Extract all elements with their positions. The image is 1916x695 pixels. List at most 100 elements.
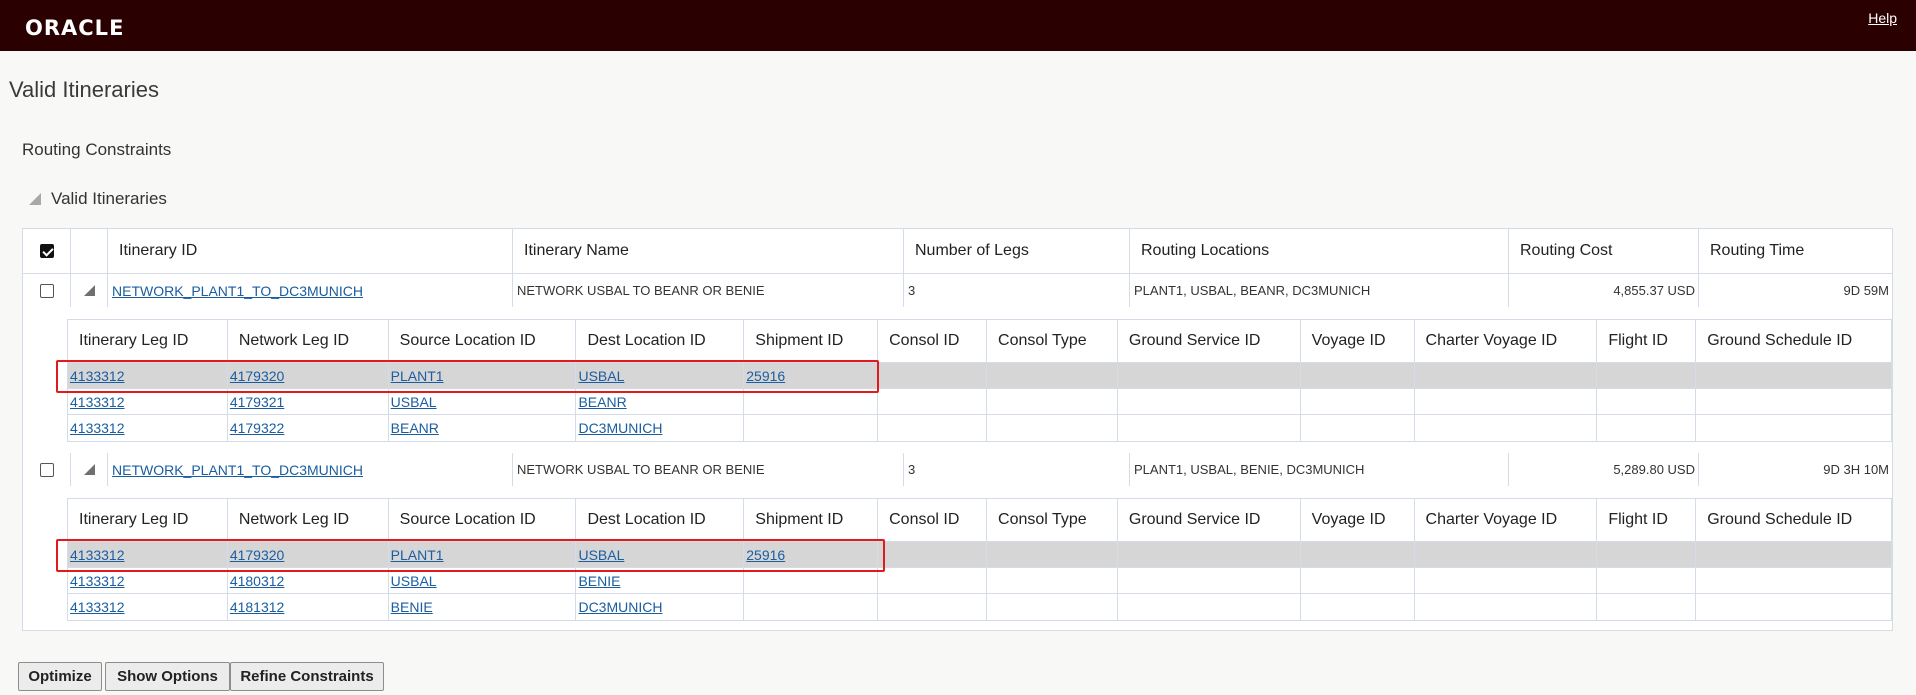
col-itinerary-leg-id[interactable]: Itinerary Leg ID (68, 499, 228, 541)
dest-cell: BENIE (576, 568, 745, 593)
source-location-link[interactable]: USBAL (391, 394, 437, 410)
table-row[interactable]: NETWORK_PLANT1_TO_DC3MUNICH NETWORK USBA… (23, 453, 1892, 486)
col-voyage-id[interactable]: Voyage ID (1301, 499, 1415, 541)
col-shipment-id[interactable]: Shipment ID (744, 320, 879, 362)
leg-id-link[interactable]: 4133312 (70, 573, 125, 589)
row-checkbox[interactable] (39, 462, 54, 477)
source-cell: PLANT1 (389, 542, 577, 567)
ground-service-cell (1118, 415, 1301, 441)
network-leg-link[interactable]: 4179322 (230, 420, 285, 436)
voyage-cell (1301, 415, 1415, 441)
consol-id-cell (878, 594, 987, 620)
table-row[interactable]: 4133312 4180312 USBAL BENIE (68, 568, 1891, 594)
col-consol-type[interactable]: Consol Type (987, 320, 1118, 362)
dest-location-link[interactable]: BENIE (578, 573, 620, 589)
table-row[interactable]: 4133312 4179322 BEANR DC3MUNICH (68, 415, 1891, 441)
number-of-legs-cell: 3 (904, 453, 1130, 486)
col-itinerary-id[interactable]: Itinerary ID (108, 229, 513, 273)
dest-location-link[interactable]: USBAL (578, 368, 624, 384)
network-leg-link[interactable]: 4180312 (230, 573, 285, 589)
leg-id-link[interactable]: 4133312 (70, 394, 125, 410)
col-itinerary-leg-id[interactable]: Itinerary Leg ID (68, 320, 228, 362)
collapse-triangle-icon[interactable] (29, 193, 41, 205)
shipment-link[interactable]: 25916 (746, 368, 785, 384)
itinerary-id-link[interactable]: NETWORK_PLANT1_TO_DC3MUNICH (112, 283, 363, 299)
table-row[interactable]: NETWORK_PLANT1_TO_DC3MUNICH NETWORK USBA… (23, 274, 1892, 307)
leg-id-link[interactable]: 4133312 (70, 368, 125, 384)
ground-schedule-cell (1696, 594, 1891, 620)
dest-location-link[interactable]: USBAL (578, 547, 624, 563)
col-ground-service-id[interactable]: Ground Service ID (1118, 320, 1301, 362)
help-link[interactable]: Help (1868, 10, 1897, 26)
col-routing-locations[interactable]: Routing Locations (1130, 229, 1509, 273)
top-bar: ORACLE Help (0, 0, 1916, 51)
expand-triangle-icon[interactable] (83, 285, 95, 296)
table-row[interactable]: 4133312 4179321 USBAL BEANR (68, 389, 1891, 415)
ground-service-cell (1118, 363, 1301, 388)
leg-id-link[interactable]: 4133312 (70, 420, 125, 436)
source-cell: BENIE (389, 594, 577, 620)
leg-id-cell: 4133312 (68, 568, 228, 593)
network-leg-link[interactable]: 4179320 (230, 547, 285, 563)
col-voyage-id[interactable]: Voyage ID (1301, 320, 1415, 362)
routing-cost-cell: 4,855.37 USD (1509, 274, 1699, 307)
source-cell: USBAL (389, 568, 577, 593)
col-flight-id[interactable]: Flight ID (1597, 320, 1697, 362)
network-leg-link[interactable]: 4179321 (230, 394, 285, 410)
col-consol-type[interactable]: Consol Type (987, 499, 1118, 541)
table-header: Itinerary ID Itinerary Name Number of Le… (23, 229, 1892, 274)
col-source-location-id[interactable]: Source Location ID (389, 320, 577, 362)
network-leg-link[interactable]: 4179320 (230, 368, 285, 384)
col-flight-id[interactable]: Flight ID (1597, 499, 1697, 541)
source-location-link[interactable]: PLANT1 (391, 368, 444, 384)
number-of-legs-cell: 3 (904, 274, 1130, 307)
row-checkbox[interactable] (39, 283, 54, 298)
leg-id-link[interactable]: 4133312 (70, 547, 125, 563)
expand-cell (71, 274, 108, 307)
col-ground-service-id[interactable]: Ground Service ID (1118, 499, 1301, 541)
col-routing-cost[interactable]: Routing Cost (1509, 229, 1699, 273)
refine-constraints-button[interactable]: Refine Constraints (230, 662, 384, 691)
source-location-link[interactable]: BEANR (391, 420, 439, 436)
dest-location-link[interactable]: DC3MUNICH (578, 599, 662, 615)
col-dest-location-id[interactable]: Dest Location ID (576, 320, 745, 362)
network-leg-link[interactable]: 4181312 (230, 599, 285, 615)
col-ground-schedule-id[interactable]: Ground Schedule ID (1696, 320, 1891, 362)
col-shipment-id[interactable]: Shipment ID (744, 499, 879, 541)
dest-location-link[interactable]: DC3MUNICH (578, 420, 662, 436)
col-dest-location-id[interactable]: Dest Location ID (576, 499, 745, 541)
col-consol-id[interactable]: Consol ID (878, 320, 988, 362)
col-ground-schedule-id[interactable]: Ground Schedule ID (1696, 499, 1891, 541)
table-row[interactable]: 4133312 4179320 PLANT1 USBAL 25916 (68, 363, 1891, 389)
leg-id-link[interactable]: 4133312 (70, 599, 125, 615)
dest-location-link[interactable]: BEANR (578, 394, 626, 410)
valid-itineraries-header[interactable]: Valid Itineraries (29, 189, 167, 209)
col-itinerary-name[interactable]: Itinerary Name (513, 229, 904, 273)
charter-voyage-cell (1415, 415, 1598, 441)
expand-triangle-icon[interactable] (83, 464, 95, 475)
source-location-link[interactable]: USBAL (391, 573, 437, 589)
table-row[interactable]: 4133312 4181312 BENIE DC3MUNICH (68, 594, 1891, 620)
col-network-leg-id[interactable]: Network Leg ID (228, 499, 389, 541)
col-network-leg-id[interactable]: Network Leg ID (228, 320, 389, 362)
col-charter-voyage-id[interactable]: Charter Voyage ID (1415, 499, 1598, 541)
dest-cell: DC3MUNICH (576, 415, 745, 441)
legs-table-header: Itinerary Leg ID Network Leg ID Source L… (68, 499, 1891, 542)
consol-id-cell (878, 363, 987, 388)
col-number-of-legs[interactable]: Number of Legs (904, 229, 1130, 273)
show-options-button[interactable]: Show Options (105, 662, 230, 691)
flight-cell (1597, 363, 1697, 388)
col-source-location-id[interactable]: Source Location ID (389, 499, 577, 541)
col-consol-id[interactable]: Consol ID (878, 499, 988, 541)
itinerary-id-link[interactable]: NETWORK_PLANT1_TO_DC3MUNICH (112, 462, 363, 478)
shipment-link[interactable]: 25916 (746, 547, 785, 563)
source-location-link[interactable]: PLANT1 (391, 547, 444, 563)
flight-cell (1597, 568, 1697, 593)
optimize-button[interactable]: Optimize (18, 662, 102, 691)
col-routing-time[interactable]: Routing Time (1699, 229, 1892, 273)
select-all-checkbox[interactable] (39, 244, 54, 258)
col-charter-voyage-id[interactable]: Charter Voyage ID (1415, 320, 1598, 362)
table-row[interactable]: 4133312 4179320 PLANT1 USBAL 25916 (68, 542, 1891, 568)
leg-id-cell: 4133312 (68, 542, 228, 567)
source-location-link[interactable]: BENIE (391, 599, 433, 615)
